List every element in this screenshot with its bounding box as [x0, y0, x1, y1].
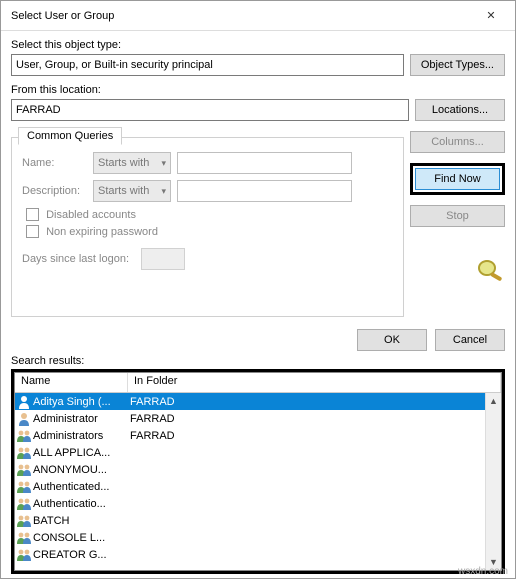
- table-row[interactable]: CREATOR G...: [15, 546, 501, 563]
- non-expiring-label: Non expiring password: [46, 226, 158, 238]
- group-icon: [15, 479, 33, 495]
- results-rows: Aditya Singh (...FARRADAdministratorFARR…: [15, 393, 501, 563]
- disabled-accounts-row: Disabled accounts: [22, 208, 393, 221]
- window-title: Select User or Group: [11, 10, 471, 22]
- description-combo[interactable]: Starts with ▾: [93, 180, 171, 202]
- description-label: Description:: [22, 185, 87, 197]
- location-label: From this location:: [11, 84, 505, 96]
- table-row[interactable]: CONSOLE L...: [15, 529, 501, 546]
- row-name: Authenticatio...: [33, 498, 128, 510]
- watermark: wsxdn.com: [458, 566, 508, 577]
- user-icon: [15, 411, 33, 427]
- search-results-label: Search results:: [1, 355, 515, 367]
- upper-content: Select this object type: Object Types...…: [1, 31, 515, 321]
- row-name: Aditya Singh (...: [33, 396, 128, 408]
- object-type-label: Select this object type:: [11, 39, 505, 51]
- row-folder: FARRAD: [128, 413, 501, 425]
- object-type-section: Select this object type: Object Types...: [11, 39, 505, 76]
- location-input[interactable]: [11, 99, 409, 121]
- queries-area: Common Queries Name: Starts with ▾ Descr…: [11, 129, 505, 317]
- ok-button[interactable]: OK: [357, 329, 427, 351]
- tab-common-queries[interactable]: Common Queries: [18, 127, 122, 145]
- row-name: CREATOR G...: [33, 549, 128, 561]
- dialog-window: Select User or Group ✕ Select this objec…: [0, 0, 516, 579]
- find-now-button[interactable]: Find Now: [415, 168, 500, 190]
- queries-right-buttons: Columns... Find Now Stop: [410, 129, 505, 317]
- table-row[interactable]: AdministratorsFARRAD: [15, 427, 501, 444]
- columns-button[interactable]: Columns...: [410, 131, 505, 153]
- dialog-buttons: OK Cancel: [1, 321, 515, 355]
- name-label: Name:: [22, 157, 87, 169]
- group-icon: [15, 547, 33, 563]
- titlebar: Select User or Group ✕: [1, 1, 515, 31]
- row-folder: FARRAD: [128, 396, 501, 408]
- vertical-scrollbar[interactable]: ▲ ▼: [485, 393, 501, 570]
- group-icon: [15, 445, 33, 461]
- table-row[interactable]: ANONYMOU...: [15, 461, 501, 478]
- description-row: Description: Starts with ▾: [22, 180, 393, 202]
- table-row[interactable]: ALL APPLICA...: [15, 444, 501, 461]
- user-icon: [15, 394, 33, 410]
- row-name: Authenticated...: [33, 481, 128, 493]
- column-header-folder[interactable]: In Folder: [128, 373, 501, 392]
- group-icon: [15, 513, 33, 529]
- chevron-down-icon: ▾: [161, 186, 166, 197]
- non-expiring-checkbox[interactable]: [26, 225, 39, 238]
- disabled-accounts-checkbox[interactable]: [26, 208, 39, 221]
- table-row[interactable]: Authenticated...: [15, 478, 501, 495]
- group-icon: [15, 462, 33, 478]
- common-queries-panel: Common Queries Name: Starts with ▾ Descr…: [11, 137, 404, 317]
- results-list[interactable]: Name In Folder Aditya Singh (...FARRADAd…: [14, 372, 502, 571]
- search-results-box: Name In Folder Aditya Singh (...FARRADAd…: [11, 369, 505, 574]
- table-row[interactable]: Aditya Singh (...FARRAD: [15, 393, 501, 410]
- column-header-name[interactable]: Name: [15, 373, 128, 392]
- object-types-button[interactable]: Object Types...: [410, 54, 505, 76]
- row-name: BATCH: [33, 515, 128, 527]
- name-combo-value: Starts with: [98, 157, 149, 169]
- name-combo[interactable]: Starts with ▾: [93, 152, 171, 174]
- description-combo-value: Starts with: [98, 185, 149, 197]
- close-button[interactable]: ✕: [471, 2, 511, 30]
- days-since-row: Days since last logon:: [22, 248, 393, 270]
- name-row: Name: Starts with ▾: [22, 152, 393, 174]
- row-name: CONSOLE L...: [33, 532, 128, 544]
- group-icon: [15, 530, 33, 546]
- group-icon: [15, 496, 33, 512]
- group-icon: [15, 428, 33, 444]
- column-headers: Name In Folder: [15, 373, 501, 393]
- location-section: From this location: Locations...: [11, 84, 505, 121]
- queries-left: Common Queries Name: Starts with ▾ Descr…: [11, 129, 404, 317]
- close-icon: ✕: [486, 9, 495, 22]
- name-input[interactable]: [177, 152, 352, 174]
- days-since-label: Days since last logon:: [22, 253, 129, 265]
- disabled-accounts-label: Disabled accounts: [46, 209, 136, 221]
- table-row[interactable]: Authenticatio...: [15, 495, 501, 512]
- row-name: ANONYMOU...: [33, 464, 128, 476]
- cancel-button[interactable]: Cancel: [435, 329, 505, 351]
- magnifier-icon: [475, 257, 505, 283]
- non-expiring-row: Non expiring password: [22, 225, 393, 238]
- row-folder: FARRAD: [128, 430, 501, 442]
- locations-button[interactable]: Locations...: [415, 99, 505, 121]
- row-name: Administrator: [33, 413, 128, 425]
- description-input[interactable]: [177, 180, 352, 202]
- table-row[interactable]: BATCH: [15, 512, 501, 529]
- row-name: ALL APPLICA...: [33, 447, 128, 459]
- table-row[interactable]: AdministratorFARRAD: [15, 410, 501, 427]
- row-name: Administrators: [33, 430, 128, 442]
- scroll-up-icon[interactable]: ▲: [486, 393, 501, 409]
- chevron-down-icon: ▾: [161, 158, 166, 169]
- object-type-input[interactable]: [11, 54, 404, 76]
- days-since-combo[interactable]: [141, 248, 185, 270]
- find-now-highlight: Find Now: [410, 163, 505, 195]
- stop-button[interactable]: Stop: [410, 205, 505, 227]
